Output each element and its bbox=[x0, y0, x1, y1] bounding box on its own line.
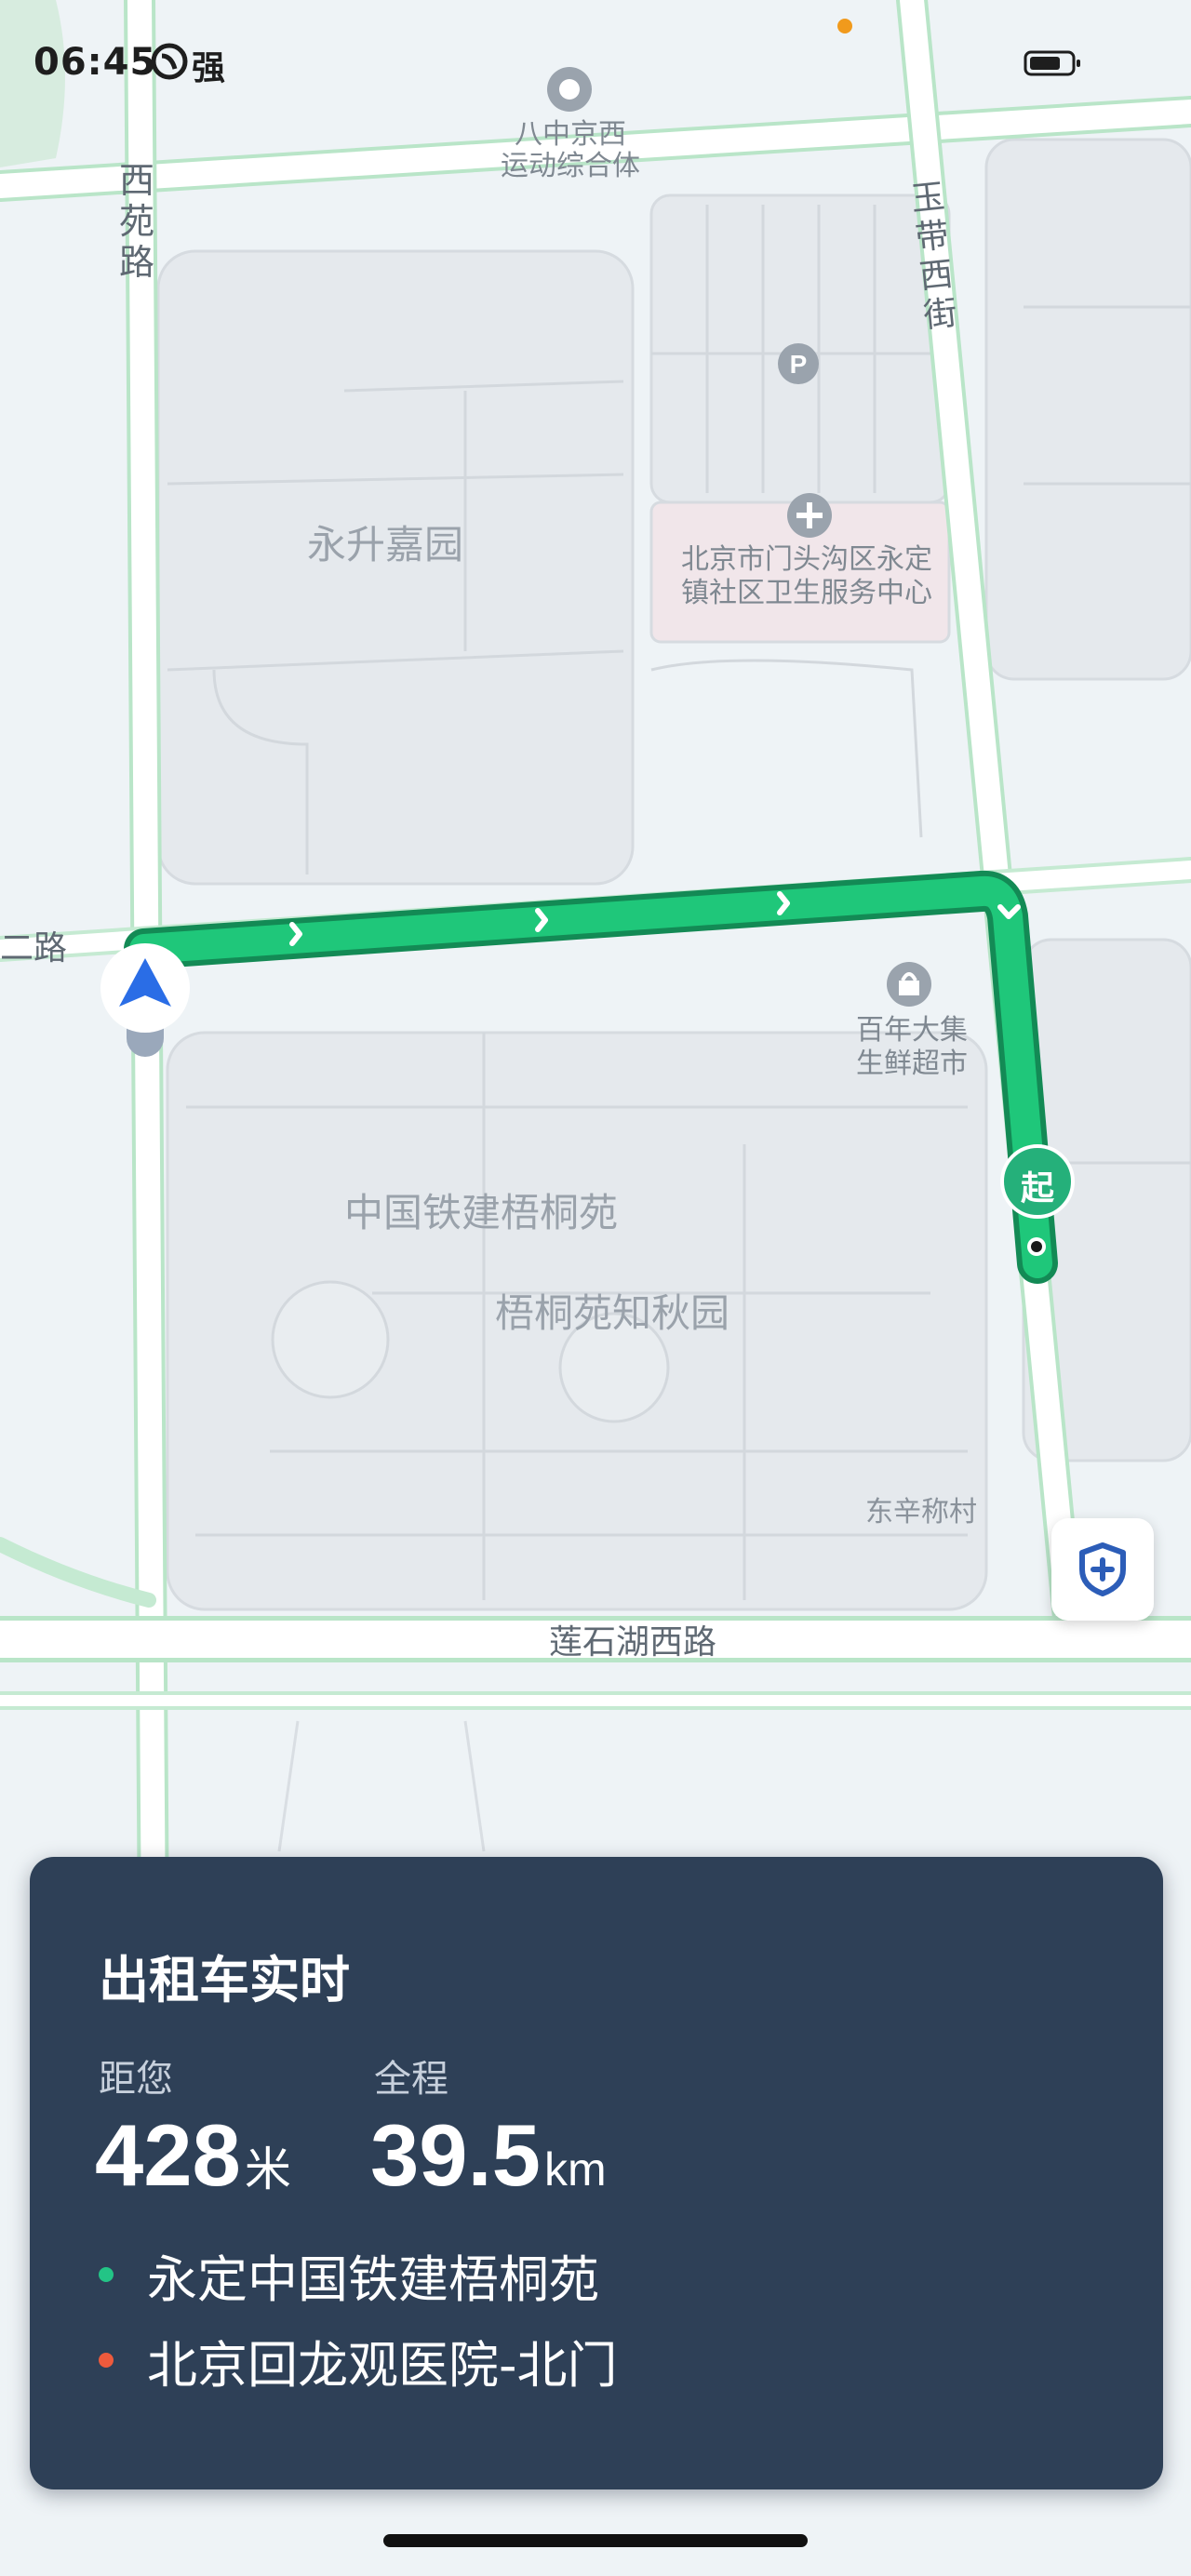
road-label-second: 二路 bbox=[0, 929, 68, 968]
poi-label-health-line2: 镇社区卫生服务中心 bbox=[681, 577, 932, 609]
poi-label-health-center: 北京市门头沟区永定 镇社区卫生服务中心 bbox=[662, 543, 951, 610]
total-value-group: 39.5km bbox=[370, 2104, 607, 2221]
status-time: 06:45 bbox=[33, 41, 157, 84]
poi-label-yongsheng: 永升嘉园 bbox=[307, 522, 464, 567]
origin-dot bbox=[99, 2267, 114, 2282]
destination-row: 北京回龙观医院-北门 bbox=[99, 2328, 618, 2395]
poi-label-wutongyuan-zhiqiu: 梧桐苑知秋园 bbox=[495, 1290, 730, 1336]
poi-label-sports: 八中京西 运动综合体 bbox=[484, 119, 657, 182]
recording-dot bbox=[837, 19, 852, 33]
safety-shield-button[interactable] bbox=[1051, 1518, 1154, 1621]
total-value: 39.5 bbox=[370, 2106, 541, 2204]
origin-row: 永定中国铁建梧桐苑 bbox=[99, 2242, 599, 2309]
distance-unit: 米 bbox=[244, 2143, 291, 2196]
total-label: 全程 bbox=[374, 2058, 448, 2101]
poi-label-crcc-wutongyuan: 中国铁建梧桐苑 bbox=[344, 1190, 619, 1235]
destination-dot bbox=[99, 2353, 114, 2368]
destination-name: 北京回龙观医院-北门 bbox=[147, 2335, 618, 2395]
status-bar: 06:45 强 bbox=[0, 0, 1191, 126]
home-indicator[interactable] bbox=[383, 2534, 808, 2547]
start-marker-label: 起 bbox=[1020, 1169, 1054, 1208]
poi-label-health-line1: 北京市门头沟区永定 bbox=[681, 543, 932, 576]
poi-label-dongxin: 东辛称村 bbox=[865, 1496, 977, 1528]
status-carrier: 强 bbox=[192, 49, 226, 87]
taxi-info-card[interactable]: 出租车实时 距您 428米 全程 39.5km 永定中国铁建梧桐苑 北京回龙观医… bbox=[30, 1857, 1163, 2489]
poi-label-supermarket-line2: 生鲜超市 bbox=[856, 1048, 968, 1080]
poi-label-supermarket: 百年大集 生鲜超市 bbox=[837, 1014, 986, 1081]
card-title: 出租车实时 bbox=[99, 1951, 350, 2009]
poi-label-supermarket-line1: 百年大集 bbox=[856, 1014, 968, 1047]
battery-icon bbox=[1024, 50, 1080, 76]
road-label-lianshihu: 莲石湖西路 bbox=[549, 1623, 717, 1662]
svg-text:P: P bbox=[790, 350, 808, 379]
shield-plus-icon bbox=[1079, 1542, 1126, 1596]
road-label-xiyuan: 西苑路 bbox=[119, 160, 155, 283]
distance-label: 距您 bbox=[99, 2058, 173, 2101]
origin-name: 永定中国铁建梧桐苑 bbox=[147, 2249, 599, 2309]
distance-value-group: 428米 bbox=[95, 2104, 291, 2221]
signal-icon bbox=[151, 43, 188, 80]
distance-value: 428 bbox=[95, 2106, 241, 2204]
total-unit: km bbox=[543, 2143, 607, 2196]
poi-label-sports-line2: 运动综合体 bbox=[501, 150, 640, 182]
